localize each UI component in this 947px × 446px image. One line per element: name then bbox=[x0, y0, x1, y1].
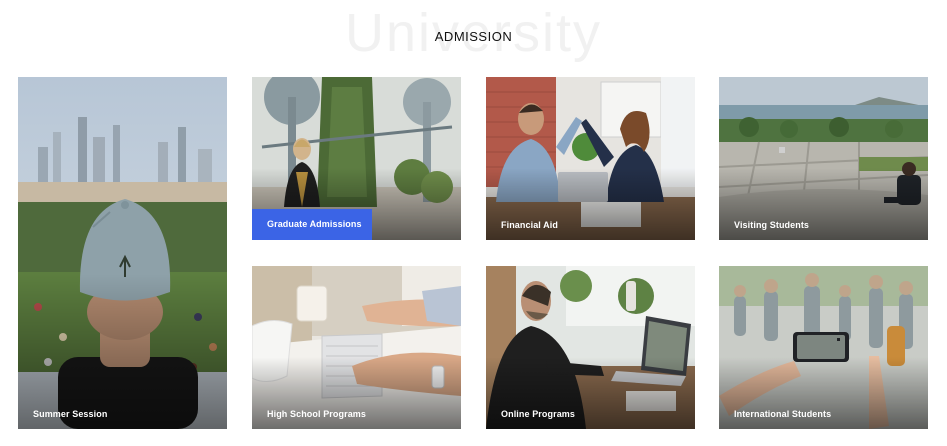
tile-label: High School Programs bbox=[267, 409, 367, 419]
tile-visiting-students[interactable]: Visiting Students bbox=[719, 77, 928, 240]
tile-financial-aid[interactable]: Financial Aid bbox=[486, 77, 695, 240]
section-title: ADMISSION bbox=[434, 29, 513, 44]
tile-label: Financial Aid bbox=[501, 220, 558, 230]
tile-label: Graduate Admissions bbox=[252, 209, 372, 240]
tile-graduate-admissions[interactable]: Graduate Admissions bbox=[252, 77, 461, 240]
tile-label: Visiting Students bbox=[734, 220, 810, 230]
tile-online-programs[interactable]: Online Programs bbox=[486, 266, 695, 429]
tile-label: International Students bbox=[734, 409, 832, 419]
tile-label: Online Programs bbox=[501, 409, 576, 419]
tile-label: Summer Session bbox=[33, 409, 108, 419]
tile-international-students[interactable]: International Students bbox=[719, 266, 928, 429]
tile-high-school-programs[interactable]: High School Programs bbox=[252, 266, 461, 429]
tile-summer-session[interactable]: Summer Session bbox=[18, 77, 227, 429]
